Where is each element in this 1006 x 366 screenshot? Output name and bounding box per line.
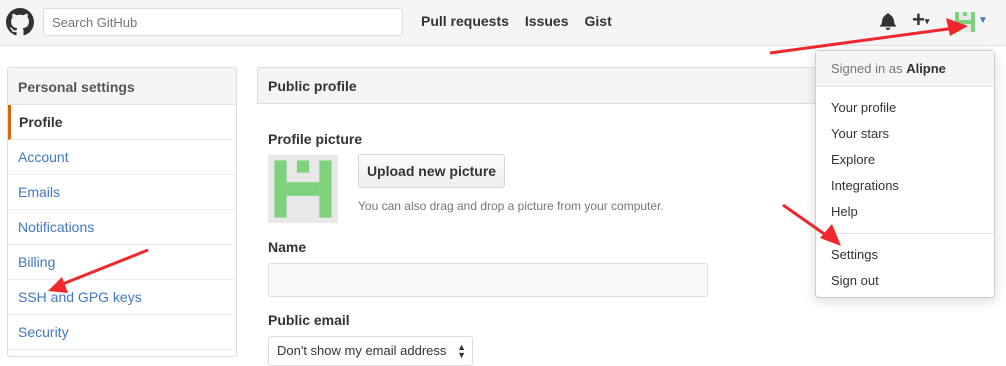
top-header: Pull requests Issues Gist +▾ ▼ bbox=[0, 0, 1006, 46]
menu-item-your-stars[interactable]: Your stars bbox=[831, 126, 889, 141]
menu-item-explore[interactable]: Explore bbox=[831, 152, 875, 167]
menu-divider bbox=[816, 233, 994, 234]
user-dropdown-menu: Signed in as Alipne Your profile Your st… bbox=[815, 50, 995, 298]
bell-icon[interactable] bbox=[880, 12, 896, 30]
menu-item-help[interactable]: Help bbox=[831, 204, 858, 219]
sidebar-item-security[interactable]: Security bbox=[8, 315, 236, 350]
sidebar-item-emails[interactable]: Emails bbox=[8, 175, 236, 210]
avatar[interactable] bbox=[955, 12, 975, 32]
sidebar-item-ssh-gpg-keys[interactable]: SSH and GPG keys bbox=[8, 280, 236, 315]
sidebar-item-profile[interactable]: Profile bbox=[8, 105, 236, 140]
search-input[interactable] bbox=[43, 8, 403, 36]
menu-item-your-profile[interactable]: Your profile bbox=[831, 100, 896, 115]
upload-hint: You can also drag and drop a picture fro… bbox=[358, 199, 664, 213]
public-email-select[interactable]: Don't show my email address ▲ ▼ bbox=[268, 336, 473, 366]
sidebar-title: Personal settings bbox=[8, 68, 236, 105]
signed-in-header: Signed in as Alipne bbox=[816, 51, 994, 87]
caret-down-icon[interactable]: ▼ bbox=[978, 15, 988, 26]
settings-sidebar: Personal settings Profile Account Emails… bbox=[7, 67, 237, 357]
header-nav: Pull requests Issues Gist bbox=[421, 13, 612, 29]
nav-pull-requests[interactable]: Pull requests bbox=[421, 13, 509, 29]
sidebar-item-billing[interactable]: Billing bbox=[8, 245, 236, 280]
username: Alipne bbox=[906, 61, 946, 76]
nav-gist[interactable]: Gist bbox=[585, 13, 612, 29]
name-label: Name bbox=[268, 239, 307, 255]
plus-icon[interactable]: +▾ bbox=[912, 9, 929, 32]
public-email-label: Public email bbox=[268, 312, 350, 328]
sidebar-item-notifications[interactable]: Notifications bbox=[8, 210, 236, 245]
github-logo-icon[interactable] bbox=[6, 8, 34, 36]
menu-item-settings[interactable]: Settings bbox=[831, 247, 878, 262]
sidebar-item-account[interactable]: Account bbox=[8, 140, 236, 175]
profile-picture-label: Profile picture bbox=[268, 131, 363, 147]
caret-down-icon: ▾ bbox=[924, 16, 930, 27]
menu-item-integrations[interactable]: Integrations bbox=[831, 178, 899, 193]
menu-item-sign-out[interactable]: Sign out bbox=[831, 273, 879, 288]
select-arrows-icon: ▲ ▼ bbox=[457, 342, 466, 360]
upload-picture-button[interactable]: Upload new picture bbox=[358, 154, 505, 188]
nav-issues[interactable]: Issues bbox=[525, 13, 569, 29]
profile-picture bbox=[268, 155, 338, 223]
name-field[interactable] bbox=[268, 263, 708, 297]
